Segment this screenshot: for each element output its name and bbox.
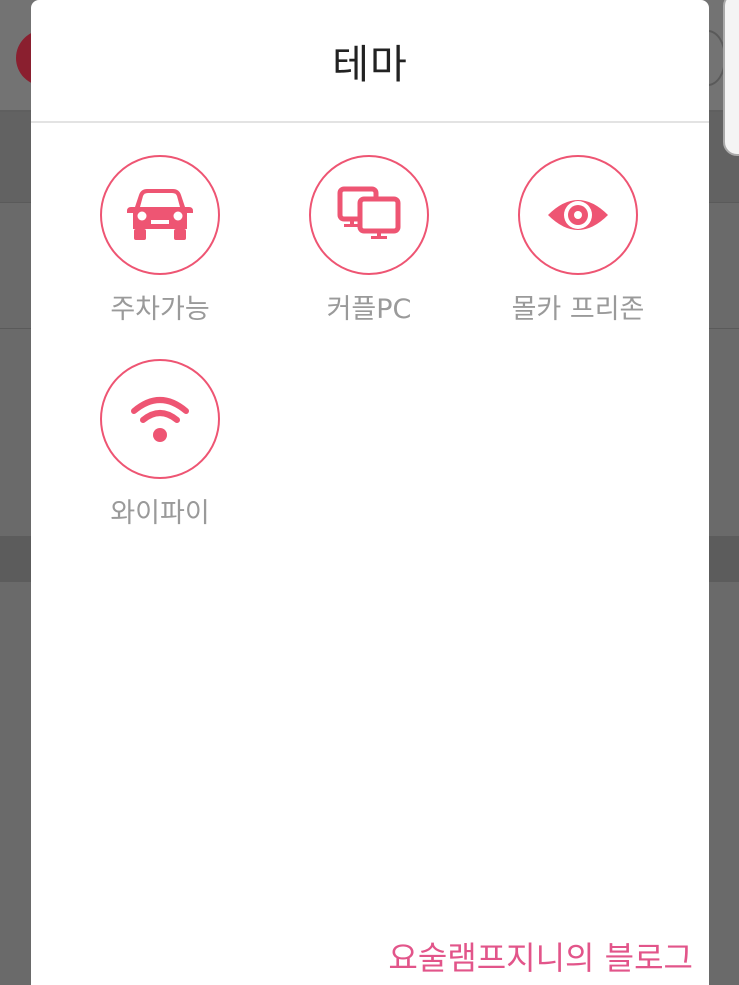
theme-item-hidden-cam-free[interactable]: 몰카 프리존	[478, 155, 678, 326]
wifi-icon	[131, 397, 189, 442]
eye-icon	[548, 200, 608, 230]
modal-header: 테마	[31, 0, 709, 123]
theme-modal: 테마 주차가능 커플PC 몰카 프리존 와이파이 요술램프지니의 블로그	[31, 0, 709, 985]
theme-icon-circle	[309, 155, 429, 275]
modal-title: 테마	[332, 41, 408, 88]
theme-item-parking[interactable]: 주차가능	[60, 155, 260, 326]
theme-label: 주차가능	[110, 294, 210, 325]
theme-item-couple-pc[interactable]: 커플PC	[269, 155, 469, 326]
theme-item-wifi[interactable]: 와이파이	[60, 359, 260, 530]
monitors-icon	[337, 186, 401, 239]
theme-icon-circle	[100, 155, 220, 275]
theme-label: 몰카 프리존	[511, 294, 645, 325]
car-icon	[127, 189, 193, 240]
device-edge	[723, 0, 739, 156]
theme-icon-circle	[100, 359, 220, 479]
theme-label: 와이파이	[110, 498, 210, 529]
blog-watermark: 요술램프지니의 블로그	[388, 939, 693, 977]
theme-label: 커플PC	[326, 294, 412, 325]
theme-icon-circle	[518, 155, 638, 275]
